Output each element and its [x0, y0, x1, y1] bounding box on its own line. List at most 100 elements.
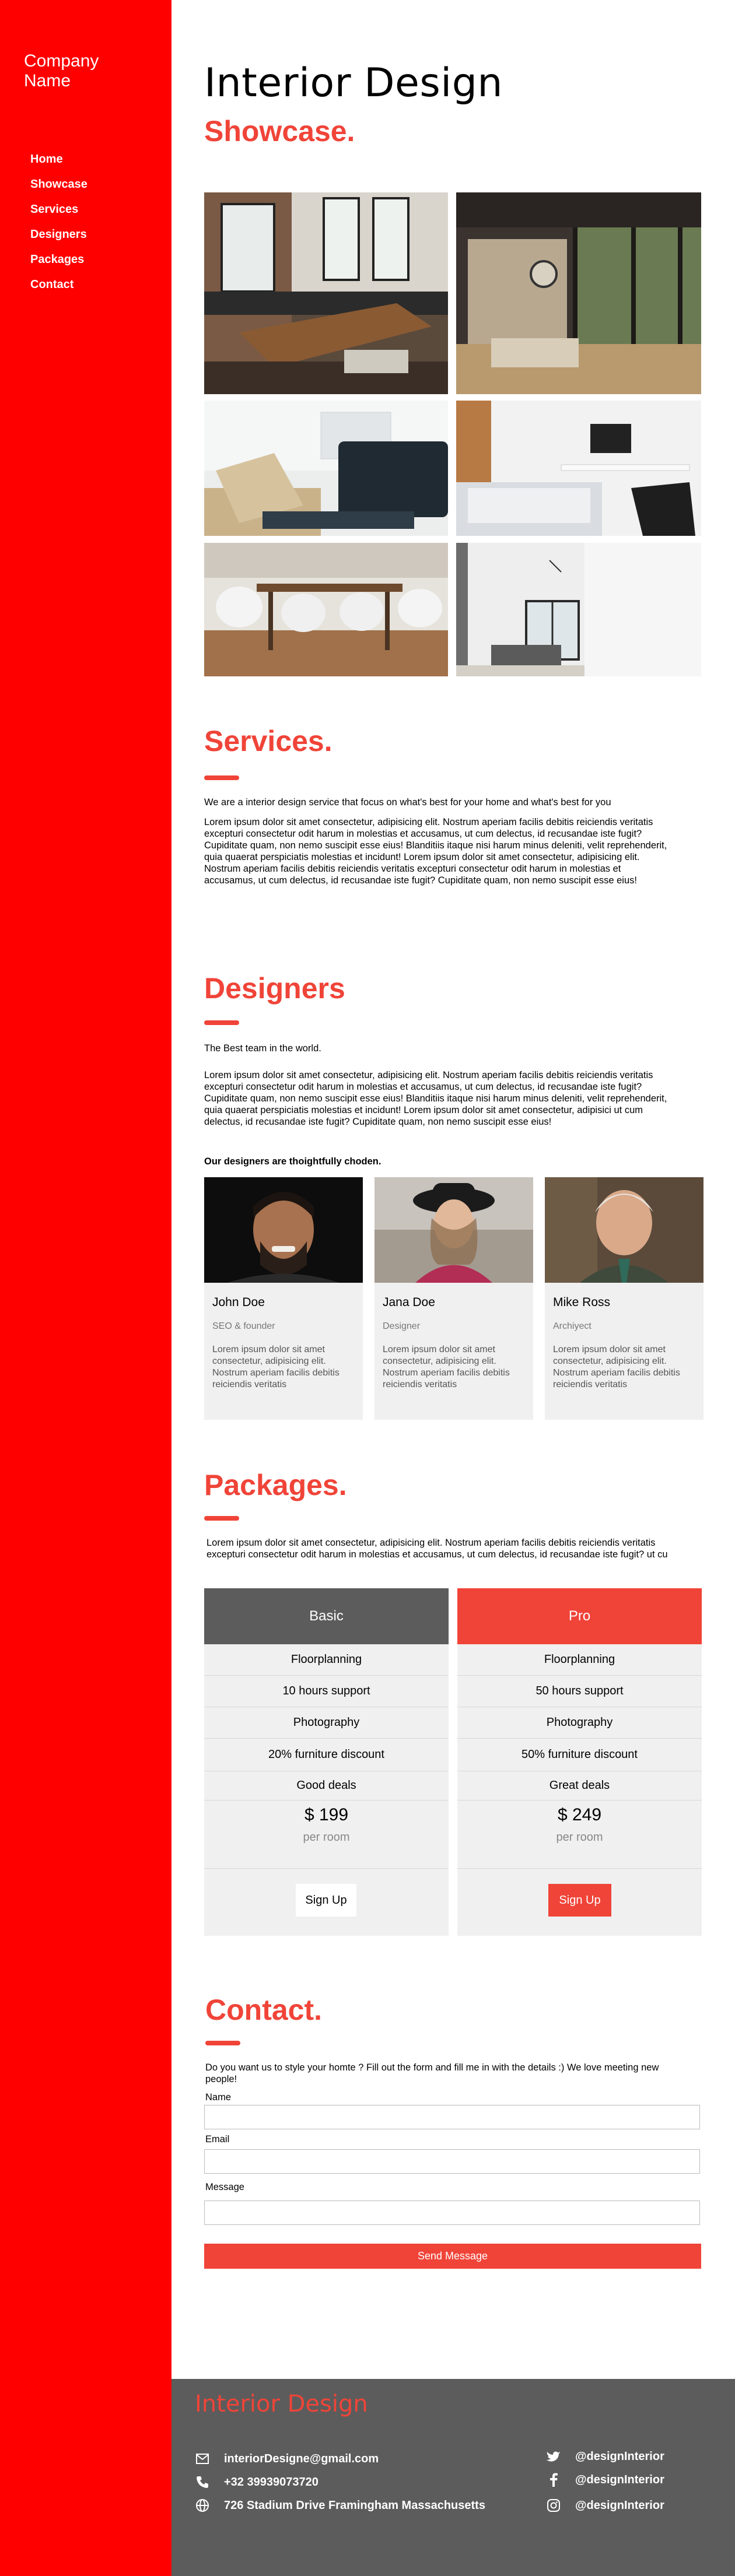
packages-intro: Lorem ipsum dolor sit amet consectetur, …	[206, 1538, 668, 1560]
instagram-icon	[545, 2498, 562, 2513]
designer-photo	[545, 1177, 704, 1283]
designers-underline	[204, 1020, 239, 1025]
envelope-icon	[194, 2451, 211, 2466]
designer-description: Lorem ipsum dolor sit amet consectetur, …	[383, 1345, 510, 1389]
email-label: Email	[205, 2134, 230, 2145]
services-title: Services.	[204, 725, 332, 757]
nav-item-services: Services	[30, 203, 88, 228]
package-feature: Floorplanning	[457, 1644, 702, 1676]
package-feature: 20% furniture discount	[204, 1739, 449, 1771]
designer-role: Designer	[383, 1321, 421, 1331]
nav-link-home[interactable]: Home	[30, 153, 63, 166]
showcase-photo-kitchen	[204, 192, 448, 394]
email-field[interactable]	[204, 2149, 700, 2174]
designer-description: Lorem ipsum dolor sit amet consectetur, …	[553, 1345, 680, 1389]
designer-photo	[204, 1177, 363, 1283]
footer-phone: +32 39939073720	[194, 2475, 318, 2490]
services-intro: We are a interior design service that fo…	[204, 797, 611, 808]
package-price: $ 199	[304, 1805, 349, 1824]
showcase-photo-living-room	[456, 192, 701, 394]
showcase-photo-dining	[204, 543, 448, 676]
footer-address-text: 726 Stadium Drive Framingham Massachuset…	[224, 2498, 485, 2512]
package-card-pro: Pro Floorplanning 50 hours support Photo…	[457, 1588, 702, 1936]
designer-description: Lorem ipsum dolor sit amet consectetur, …	[212, 1345, 340, 1389]
package-price: $ 249	[557, 1805, 602, 1824]
designer-name: Jana Doe	[383, 1296, 435, 1309]
company-name: Company Name	[24, 51, 99, 90]
name-field[interactable]	[204, 2105, 700, 2129]
packages-underline	[204, 1516, 239, 1521]
package-feature: Photography	[457, 1707, 702, 1739]
showcase-photo-white-room	[456, 543, 701, 676]
footer-email-text[interactable]: interiorDesigne@gmail.com	[224, 2452, 379, 2466]
showcase-photo-sofa	[204, 401, 448, 536]
showcase-title: Showcase.	[204, 115, 355, 148]
contact-underline	[205, 2041, 240, 2045]
package-feature: Photography	[204, 1707, 449, 1739]
footer-title: Interior Design	[195, 2391, 368, 2417]
contact-intro: Do you want us to style your homte ? Fil…	[205, 2062, 659, 2084]
package-name: Pro	[457, 1588, 702, 1644]
footer-email: interiorDesigne@gmail.com	[194, 2451, 379, 2466]
package-price-unit: per room	[556, 1831, 603, 1844]
globe-icon	[194, 2498, 211, 2513]
package-feature: 50 hours support	[457, 1676, 702, 1707]
nav-link-packages[interactable]: Packages	[30, 253, 84, 266]
name-label: Name	[205, 2092, 232, 2103]
footer-facebook: @designInterior	[545, 2472, 664, 2487]
package-feature: 50% furniture discount	[457, 1739, 702, 1771]
package-feature: 10 hours support	[204, 1676, 449, 1707]
nav-link-showcase[interactable]: Showcase	[30, 178, 88, 191]
footer-twitter-text[interactable]: @designInterior	[575, 2450, 664, 2463]
package-name: Basic	[204, 1588, 449, 1644]
designers-chosen: Our designers are thoightfully choden.	[204, 1156, 382, 1167]
package-feature: Good deals	[204, 1771, 449, 1801]
designers-title: Designers	[204, 972, 345, 1005]
sidebar-nav: Home Showcase Services Designers Package…	[30, 153, 88, 303]
services-underline	[204, 775, 239, 780]
footer-instagram: @designInterior	[545, 2498, 664, 2513]
footer-instagram-text[interactable]: @designInterior	[575, 2499, 664, 2512]
nav-link-designers[interactable]: Designers	[30, 228, 87, 241]
message-field[interactable]	[204, 2201, 700, 2225]
phone-icon	[194, 2475, 211, 2490]
package-price-unit: per room	[303, 1831, 350, 1844]
signup-button[interactable]: Sign Up	[548, 1884, 611, 1917]
package-card-basic: Basic Floorplanning 10 hours support Pho…	[204, 1588, 449, 1936]
designer-role: Archiyect	[553, 1321, 592, 1331]
designer-role: SEO & founder	[212, 1321, 275, 1331]
facebook-icon	[545, 2472, 562, 2487]
nav-link-contact[interactable]: Contact	[30, 278, 74, 291]
designer-card: John Doe SEO & founder Lorem ipsum dolor…	[204, 1177, 363, 1420]
package-divider	[457, 1868, 702, 1869]
twitter-icon	[545, 2449, 562, 2464]
nav-item-designers: Designers	[30, 228, 88, 253]
sidebar: Company Name Home Showcase Services Desi…	[0, 0, 172, 2576]
footer-address: 726 Stadium Drive Framingham Massachuset…	[194, 2498, 485, 2513]
designers-body: Lorem ipsum dolor sit amet consectetur, …	[204, 1070, 667, 1127]
designers-tagline: The Best team in the world.	[204, 1043, 321, 1054]
nav-link-services[interactable]: Services	[30, 203, 78, 216]
nav-item-packages: Packages	[30, 253, 88, 278]
signup-button[interactable]: Sign Up	[296, 1884, 356, 1917]
designer-name: Mike Ross	[553, 1296, 611, 1309]
footer-twitter: @designInterior	[545, 2449, 664, 2464]
message-label: Message	[205, 2182, 244, 2192]
designer-name: John Doe	[212, 1296, 265, 1309]
services-body: Lorem ipsum dolor sit amet consectetur, …	[204, 817, 667, 886]
footer-phone-text[interactable]: +32 39939073720	[224, 2476, 318, 2489]
package-feature: Great deals	[457, 1771, 702, 1801]
designer-card: Jana Doe Designer Lorem ipsum dolor sit …	[374, 1177, 533, 1420]
send-message-button[interactable]: Send Message	[204, 2244, 701, 2269]
nav-item-home: Home	[30, 153, 88, 178]
designer-card: Mike Ross Archiyect Lorem ipsum dolor si…	[545, 1177, 704, 1420]
contact-title: Contact.	[205, 1994, 322, 2026]
package-divider	[204, 1868, 449, 1869]
footer: Interior Design interiorDesigne@gmail.co…	[172, 2379, 735, 2576]
nav-item-showcase: Showcase	[30, 178, 88, 203]
page-title: Interior Design	[204, 60, 503, 106]
packages-title: Packages.	[204, 1469, 347, 1501]
package-feature: Floorplanning	[204, 1644, 449, 1676]
footer-facebook-text[interactable]: @designInterior	[575, 2473, 664, 2487]
designer-photo	[374, 1177, 533, 1283]
